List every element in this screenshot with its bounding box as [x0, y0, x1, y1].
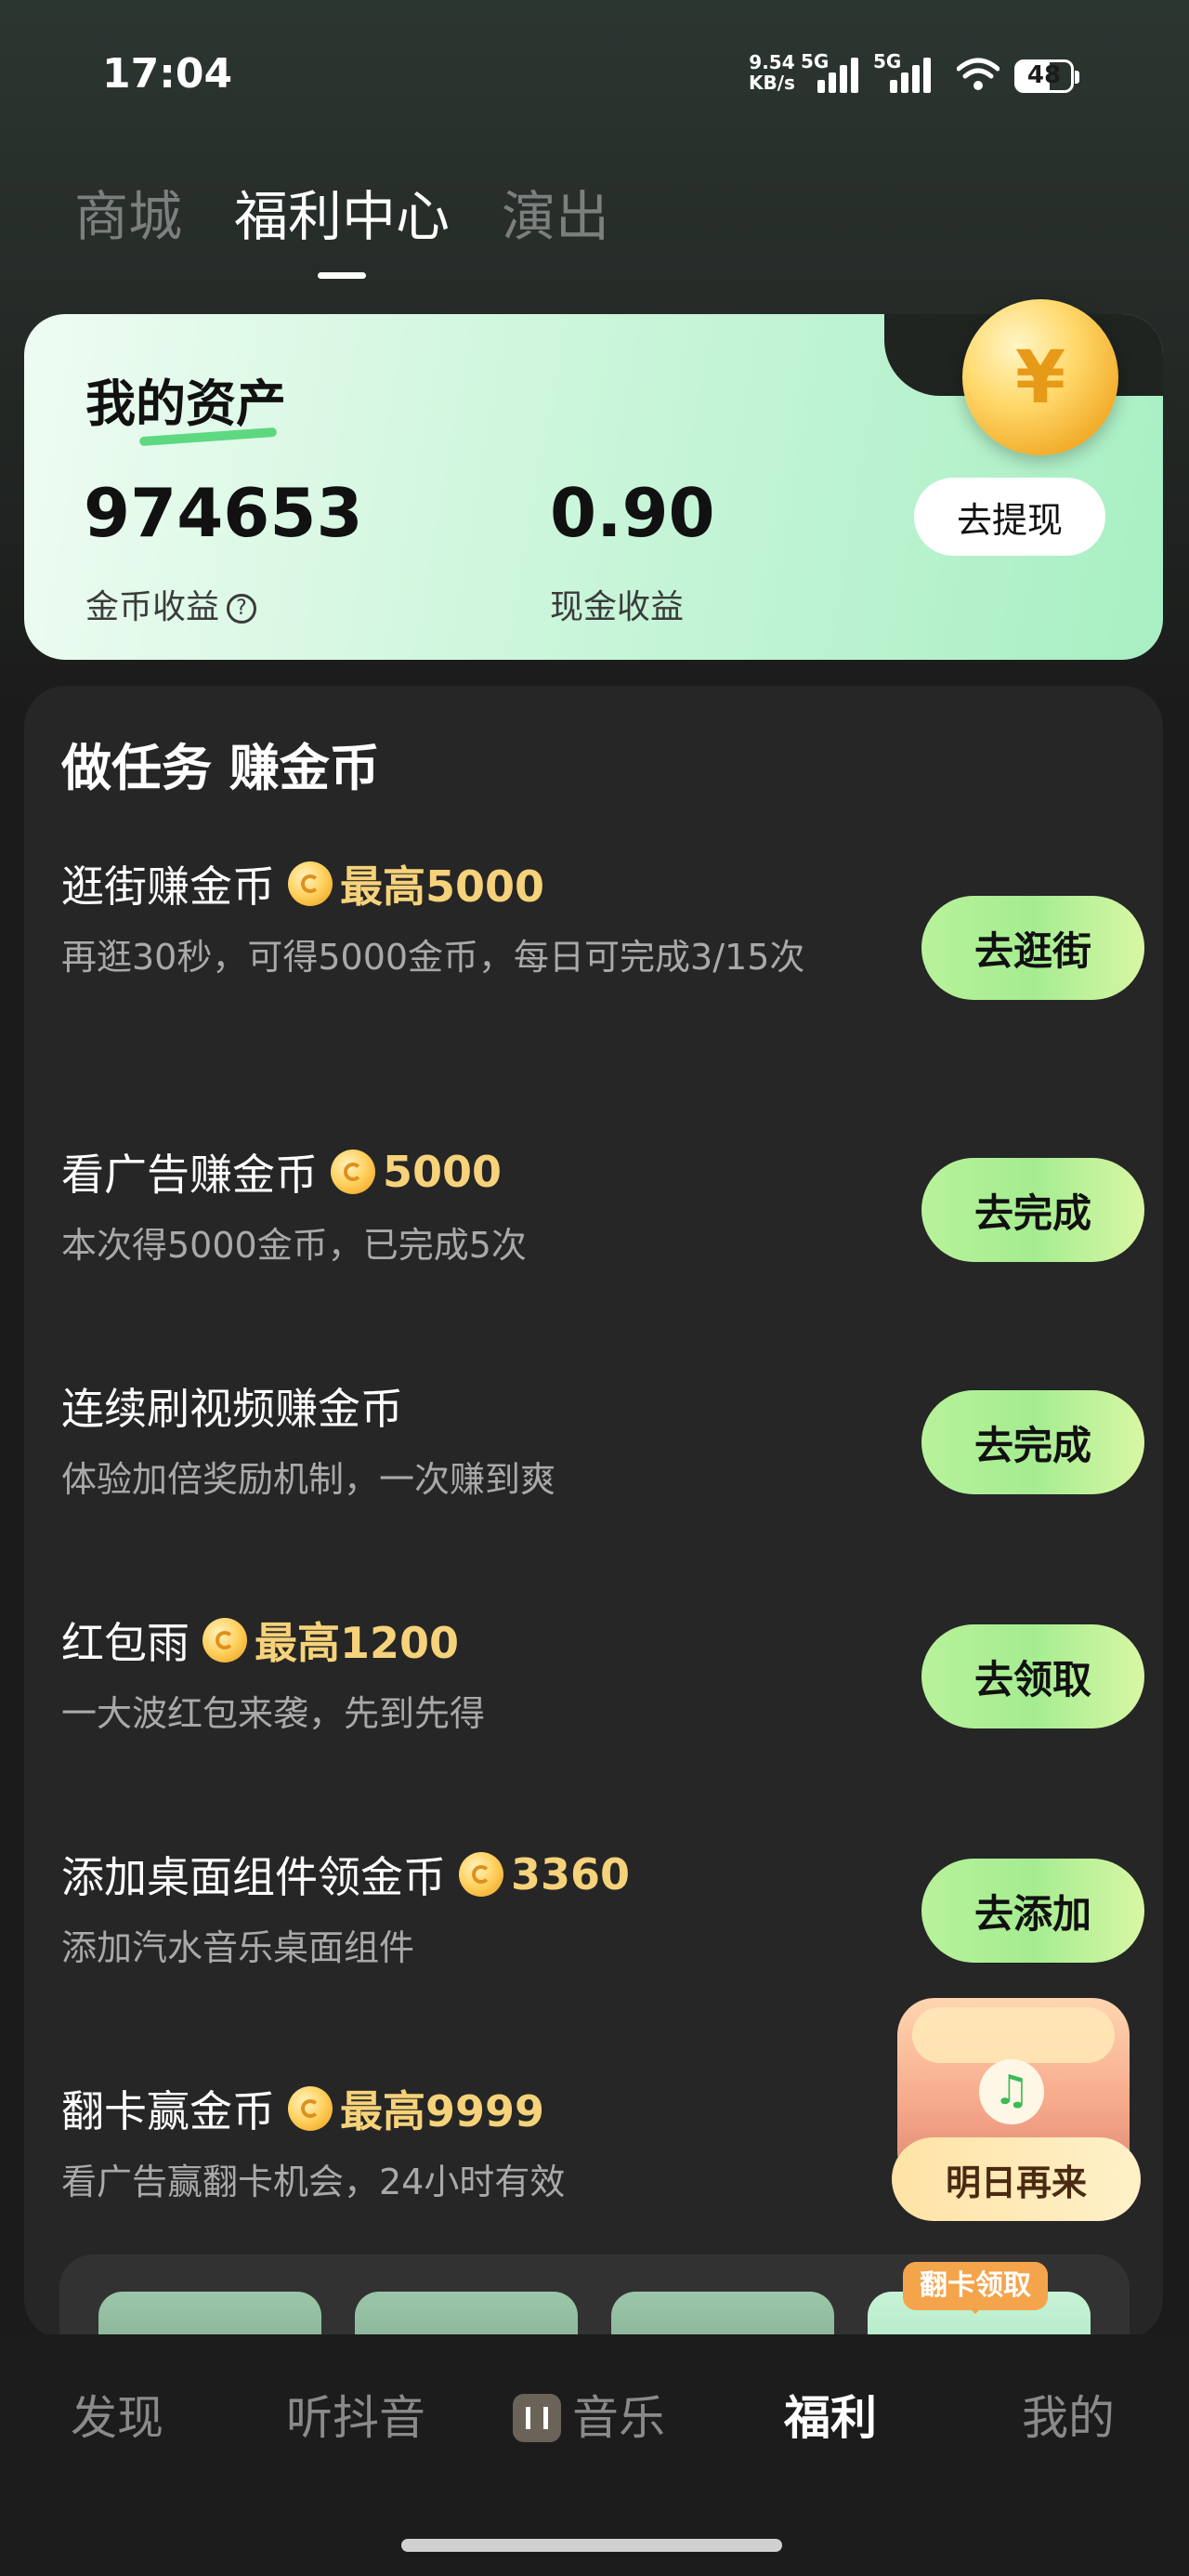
- coin-icon: [203, 1618, 247, 1663]
- coin-icon: [288, 2086, 333, 2131]
- coin-balance: 974653: [84, 474, 363, 552]
- nav-music-label: 音乐: [572, 2391, 665, 2445]
- battery-icon: 48: [1014, 59, 1079, 93]
- network-rate: 9.54 KB/s: [749, 52, 795, 93]
- network-rate-unit: KB/s: [749, 72, 795, 94]
- complete-video-task-button[interactable]: 去完成: [921, 1390, 1144, 1494]
- tab-shows[interactable]: 演出: [502, 173, 609, 251]
- task-reward: 最高9999: [340, 2086, 545, 2136]
- task-description: 添加汽水音乐桌面组件: [61, 1927, 415, 1968]
- chest-lid: [912, 2007, 1115, 2063]
- task-reward: 最高1200: [255, 1618, 460, 1668]
- coin-icon: [459, 1852, 503, 1897]
- gold-coin-illustration-icon: ¥: [962, 299, 1118, 455]
- claim-red-packet-button[interactable]: 去领取: [921, 1624, 1144, 1728]
- task-reward: 3360: [511, 1849, 631, 1899]
- task-description: 一大波红包来袭，先到先得: [61, 1693, 486, 1734]
- signal-2-icon: 5G: [873, 50, 938, 93]
- music-app-icon: [513, 2393, 561, 2442]
- come-back-tomorrow-button[interactable]: 明日再来: [892, 2137, 1141, 2221]
- cash-earnings-label: 现金收益: [550, 588, 685, 626]
- task-reward: 最高5000: [340, 861, 545, 912]
- task-reward: 5000: [383, 1147, 503, 1197]
- coin-earnings-label: 金币收益: [85, 588, 220, 626]
- treasure-chest-widget[interactable]: 明日再来: [892, 1998, 1141, 2221]
- task-item: 逛街赚金币 最高5000 再逛30秒，可得5000金币，每日可完成3/15次 去逛…: [61, 853, 1144, 1000]
- battery-level: 48: [1026, 61, 1062, 89]
- top-tabs: 商城 福利中心 演出: [74, 173, 609, 279]
- home-indicator[interactable]: [401, 2539, 782, 2552]
- cash-balance: 0.90: [550, 474, 715, 552]
- nav-music[interactable]: 音乐: [513, 2381, 665, 2448]
- signal-1-icon: 5G: [801, 50, 858, 93]
- task-title: 看广告赚金币: [61, 1150, 318, 1200]
- task-title: 连续刷视频赚金币: [61, 1384, 403, 1434]
- complete-ad-task-button[interactable]: 去完成: [921, 1158, 1144, 1262]
- assets-title: 我的资产: [85, 362, 286, 436]
- status-time: 17:04: [102, 50, 233, 98]
- task-item: 看广告赚金币 5000 本次得5000金币，已完成5次 去完成: [61, 1141, 1144, 1271]
- nav-welfare[interactable]: 福利: [784, 2381, 877, 2448]
- network-rate-value: 9.54: [749, 51, 795, 73]
- nav-listen-douyin[interactable]: 听抖音: [286, 2381, 425, 2448]
- tasks-heading: 做任务 赚金币: [61, 739, 380, 797]
- task-description: 本次得5000金币，已完成5次: [61, 1225, 527, 1266]
- nav-me[interactable]: 我的: [1022, 2381, 1115, 2448]
- help-icon[interactable]: ?: [227, 594, 257, 624]
- music-note-icon: [979, 2059, 1044, 2124]
- nav-discover[interactable]: 发现: [71, 2381, 163, 2448]
- task-title: 翻卡赢金币: [61, 2086, 275, 2136]
- add-widget-button[interactable]: 去添加: [921, 1859, 1144, 1963]
- coin-earnings-label-row: 金币收益?: [85, 580, 257, 628]
- withdraw-button[interactable]: 去提现: [914, 478, 1105, 556]
- coin-icon: [288, 861, 333, 906]
- task-item: 红包雨 最高1200 一大波红包来袭，先到先得 去领取: [61, 1610, 1144, 1740]
- tab-mall[interactable]: 商城: [74, 173, 182, 251]
- flip-claim-tag: 翻卡领取: [903, 2262, 1048, 2314]
- task-title: 逛街赚金币: [61, 861, 275, 912]
- task-item: 连续刷视频赚金币 体验加倍奖励机制，一次赚到爽 去完成: [61, 1375, 1144, 1505]
- coin-icon: [331, 1150, 375, 1194]
- task-title: 添加桌面组件领金币: [61, 1852, 446, 1902]
- go-shopping-button[interactable]: 去逛街: [921, 896, 1144, 1000]
- task-title: 红包雨: [61, 1618, 189, 1668]
- wifi-icon: [957, 58, 1000, 90]
- signal-2-type: 5G: [873, 50, 902, 72]
- task-description: 再逛30秒，可得5000金币，每日可完成3/15次: [61, 937, 805, 978]
- task-description: 体验加倍奖励机制，一次赚到爽: [61, 1459, 556, 1500]
- status-bar: 17:04 9.54 KB/s 5G 5G 48: [0, 0, 1189, 130]
- task-item: 添加桌面组件领金币 3360 添加汽水音乐桌面组件 去添加: [61, 1844, 1144, 1974]
- signal-1-type: 5G: [801, 50, 830, 72]
- task-description: 看广告赢翻卡机会，24小时有效: [61, 2162, 566, 2202]
- tab-welfare-center[interactable]: 福利中心: [234, 173, 450, 279]
